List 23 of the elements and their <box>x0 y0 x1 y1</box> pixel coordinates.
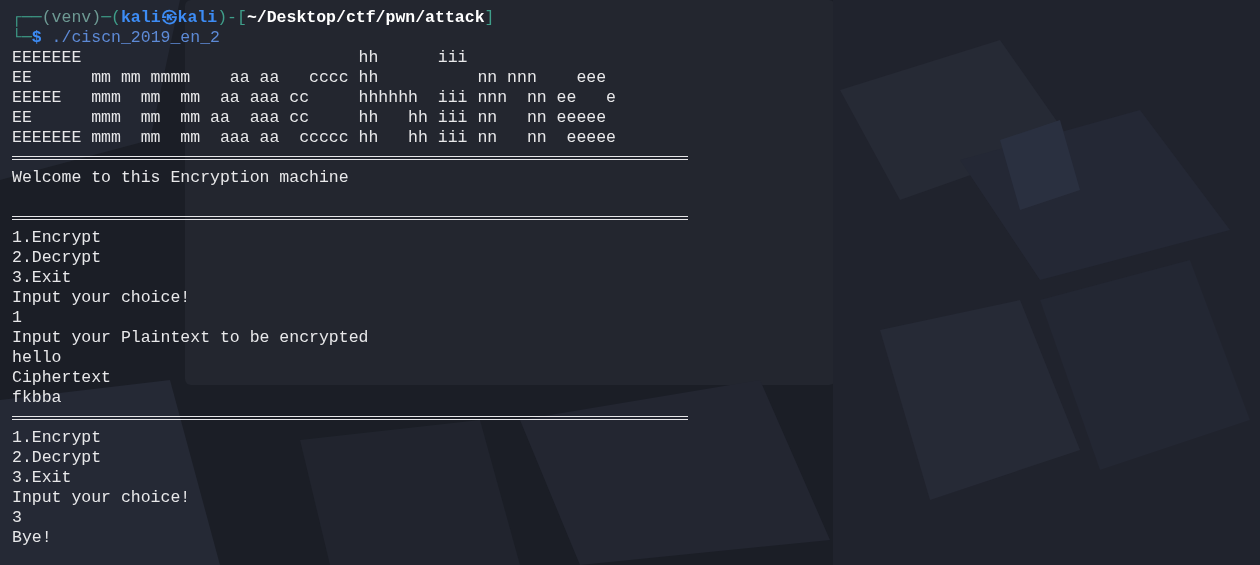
input-text: 3 <box>12 508 22 528</box>
output-line: 3.Exit <box>12 268 72 288</box>
input-text: 1 <box>12 308 22 328</box>
output-line: EEEEEEE hh iii <box>12 48 468 68</box>
output-line: Welcome to this Encryption machine <box>12 168 349 188</box>
command-line: └─$ ./ciscn_2019_en_2 <box>12 28 220 48</box>
output-line: Bye! <box>12 528 52 548</box>
output-line: EE mmm mm mm aa aaa cc hh hh iii nn nn eeeee <box>12 108 607 128</box>
prompt-line: ┌──(venv)─(kali㉿kali)-[~/Desktop/ctf/pwn/attack] <box>12 8 495 28</box>
output-line: fkbba <box>12 388 62 408</box>
input-text: hello <box>12 348 62 368</box>
output-line: Input your Plaintext to be encrypted <box>12 328 369 348</box>
output-line: EEEEE mmm mm mm aa aaa cc hhhhhh iii nnn nn ee e <box>12 88 616 108</box>
output-line: EEEEEEE mmm mm mm aaa aa ccccc hh hh iii nn nn eeeee <box>12 128 616 148</box>
output-line: EE mm mm mmmm aa aa cccc hh nn nnn eee <box>12 68 607 88</box>
output-line: 2.Decrypt <box>12 248 102 268</box>
output-line: 1.Encrypt <box>12 228 102 248</box>
output-line: Ciphertext <box>12 368 112 388</box>
output-line: 3.Exit <box>12 468 72 488</box>
output-line: 2.Decrypt <box>12 448 102 468</box>
output-line: Input your choice! <box>12 488 191 508</box>
output-line: 1.Encrypt <box>12 428 102 448</box>
output-line: Input your choice! <box>12 288 191 308</box>
